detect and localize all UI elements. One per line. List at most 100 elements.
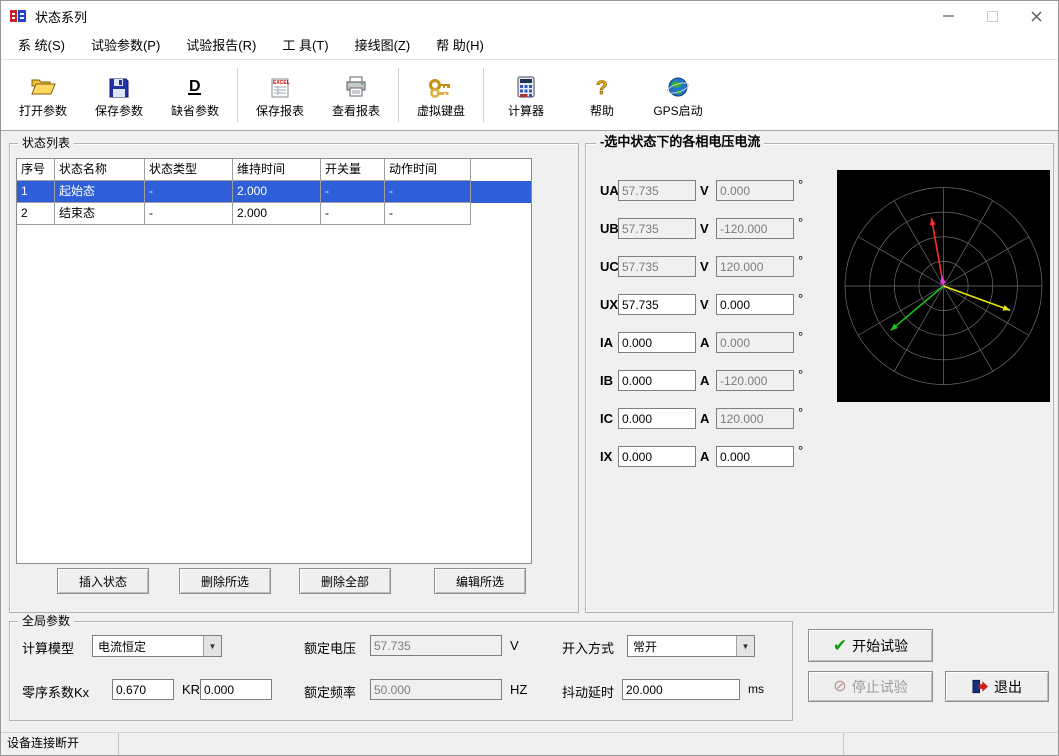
kr-input[interactable]	[200, 679, 272, 700]
column-header[interactable]: 动作时间	[385, 159, 471, 181]
client-area: 状态列表 序号 状态名称 状态类型 维持时间 开关量 动作时间 1 起始态 - …	[1, 131, 1058, 733]
calc-model-select[interactable]: 电流恒定 ▼	[92, 635, 222, 657]
window-title: 状态系列	[35, 7, 87, 26]
ib-magnitude-input[interactable]	[618, 370, 696, 391]
toolbar-save-report-button[interactable]: EXCEL 保存报表	[242, 64, 318, 126]
unit-label: V	[700, 259, 709, 274]
jitter-input[interactable]	[622, 679, 740, 700]
degree-symbol: °	[798, 329, 803, 344]
minimize-icon	[943, 15, 954, 17]
degree-symbol: °	[798, 291, 803, 306]
state-table[interactable]: 序号 状态名称 状态类型 维持时间 开关量 动作时间 1 起始态 - 2.000…	[16, 158, 532, 564]
column-header[interactable]: 开关量	[321, 159, 385, 181]
cell[interactable]: 2.000	[233, 181, 321, 203]
phase-label: UX	[600, 297, 618, 312]
cell[interactable]: -	[145, 203, 233, 225]
insert-state-button[interactable]: 插入状态	[57, 568, 149, 594]
ic-magnitude-input[interactable]	[618, 408, 696, 429]
minimize-button[interactable]	[926, 1, 970, 31]
cell[interactable]: 结束态	[55, 203, 145, 225]
cell[interactable]: 2.000	[233, 203, 321, 225]
app-icon	[9, 8, 29, 24]
check-icon: ✔	[833, 637, 847, 654]
toolbar-calculator-button[interactable]: 计算器	[488, 64, 564, 126]
ia-magnitude-input[interactable]	[618, 332, 696, 353]
close-button[interactable]	[1014, 1, 1058, 31]
phase-label: UB	[600, 221, 619, 236]
column-header-filler	[471, 159, 531, 181]
zero-seq-input[interactable]	[112, 679, 174, 700]
chevron-down-icon[interactable]: ▼	[203, 636, 221, 656]
rated-voltage-unit: V	[510, 638, 519, 653]
toolbar-open-params-button[interactable]: 打开参数	[5, 64, 81, 126]
menu-help[interactable]: 帮 助(H)	[423, 32, 497, 59]
cell[interactable]: -	[145, 181, 233, 203]
phase-label: IB	[600, 373, 613, 388]
jitter-label: 抖动延时	[562, 682, 614, 701]
toolbar-save-params-button[interactable]: 保存参数	[81, 64, 157, 126]
cell[interactable]: -	[385, 181, 471, 203]
phase-label: UA	[600, 183, 619, 198]
cell[interactable]: 2	[17, 203, 55, 225]
help-icon: ?	[593, 71, 611, 99]
cell[interactable]: -	[321, 181, 385, 203]
column-header[interactable]: 序号	[17, 159, 55, 181]
table-row[interactable]: 1 起始态 - 2.000 - -	[17, 181, 531, 203]
chevron-down-icon[interactable]: ▼	[736, 636, 754, 656]
rated-freq-label: 额定频率	[304, 682, 356, 701]
ua-magnitude-input	[618, 180, 696, 201]
device-status: 设备连接断开	[1, 733, 119, 755]
stop-test-button: ⊘ 停止试验	[808, 671, 933, 702]
toolbar-default-params-button[interactable]: D 缺省参数	[157, 64, 233, 126]
toolbar: 打开参数 保存参数 D 缺省参数	[1, 60, 1058, 131]
calc-model-label: 计算模型	[22, 638, 74, 657]
default-params-icon: D	[185, 71, 205, 99]
ia-angle-input	[716, 332, 794, 353]
excel-report-icon: EXCEL	[270, 71, 290, 99]
start-test-button[interactable]: ✔ 开始试验	[808, 629, 933, 662]
exit-button[interactable]: 退出	[945, 671, 1049, 702]
cell[interactable]: -	[321, 203, 385, 225]
degree-symbol: °	[798, 443, 803, 458]
ux-magnitude-input[interactable]	[618, 294, 696, 315]
rated-freq-input	[370, 679, 502, 700]
menu-tools[interactable]: 工 具(T)	[269, 32, 341, 59]
ux-angle-input[interactable]	[716, 294, 794, 315]
toolbar-help-button[interactable]: ? 帮助	[564, 64, 640, 126]
printer-icon	[344, 71, 368, 99]
column-header[interactable]: 状态类型	[145, 159, 233, 181]
maximize-button[interactable]	[970, 1, 1014, 31]
cell[interactable]: 起始态	[55, 181, 145, 203]
ub-angle-input	[716, 218, 794, 239]
save-icon	[108, 71, 130, 99]
menu-test-report[interactable]: 试验报告(R)	[173, 32, 269, 59]
cell[interactable]: 1	[17, 181, 55, 203]
table-row[interactable]: 2 结束态 - 2.000 - -	[17, 203, 531, 225]
delete-selected-button[interactable]: 删除所选	[179, 568, 271, 594]
input-mode-label: 开入方式	[562, 638, 614, 657]
edit-selected-button[interactable]: 编辑所选	[434, 568, 526, 594]
menu-test-params[interactable]: 试验参数(P)	[78, 32, 173, 59]
column-header[interactable]: 维持时间	[233, 159, 321, 181]
unit-label: V	[700, 221, 709, 236]
input-mode-select[interactable]: 常开 ▼	[627, 635, 755, 657]
phasor-diagram	[837, 170, 1050, 402]
unit-label: V	[700, 183, 709, 198]
toolbar-virtual-keyboard-button[interactable]: 虚拟键盘	[403, 64, 479, 126]
toolbar-separator	[483, 68, 484, 122]
cell[interactable]: -	[385, 203, 471, 225]
menu-system[interactable]: 系 统(S)	[5, 32, 78, 59]
ix-angle-input[interactable]	[716, 446, 794, 467]
exit-label: 退出	[994, 677, 1022, 697]
kr-label: KR	[182, 682, 200, 697]
column-header[interactable]: 状态名称	[55, 159, 145, 181]
toolbar-gps-start-button[interactable]: GPS启动	[640, 64, 716, 126]
menu-wiring-diagram[interactable]: 接线图(Z)	[342, 32, 424, 59]
toolbar-view-report-button[interactable]: 查看报表	[318, 64, 394, 126]
statusbar-panel	[844, 733, 1058, 755]
start-test-label: 开始试验	[852, 636, 908, 656]
delete-all-button[interactable]: 删除全部	[299, 568, 391, 594]
maximize-icon	[987, 11, 998, 22]
ix-magnitude-input[interactable]	[618, 446, 696, 467]
zero-seq-label: 零序系数Kx	[22, 682, 89, 701]
